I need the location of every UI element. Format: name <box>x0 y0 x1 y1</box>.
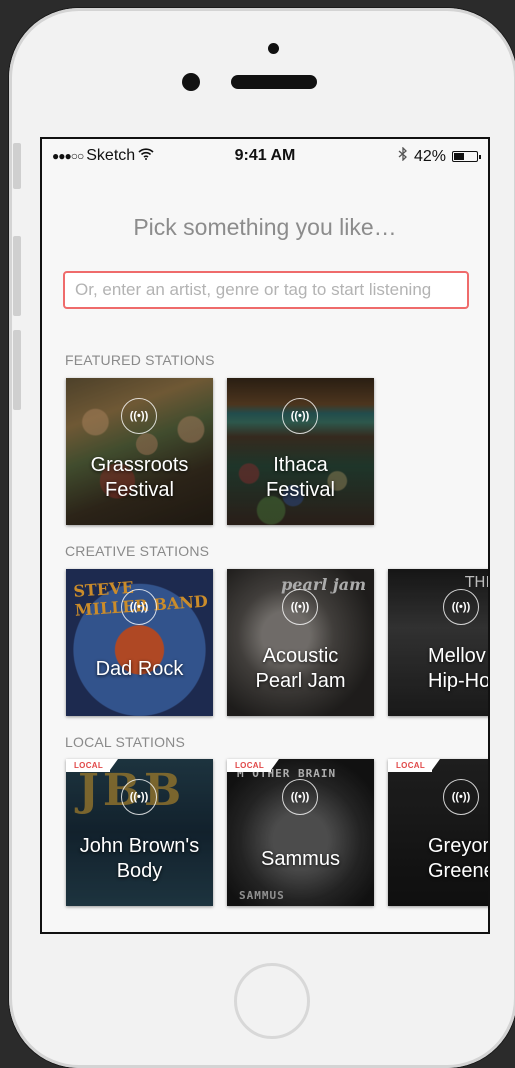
creative-section-title: CREATIVE STATIONS <box>65 543 210 559</box>
status-right: 42% <box>398 146 481 166</box>
tile-label-line2: Body <box>116 860 163 882</box>
radio-broadcast-icon: ((•)) <box>121 779 157 815</box>
local-badge: LOCAL <box>66 759 119 772</box>
tile-label: Ithaca Festival <box>227 453 374 503</box>
battery-icon <box>452 151 481 162</box>
station-tile-acoustic-pearl-jam[interactable]: pearl jam ((•)) Acoustic Pearl Jam <box>227 569 374 716</box>
status-bar: ●●●○○ Sketch 9:41 AM 42% <box>42 139 488 171</box>
camera-lens <box>182 73 200 91</box>
earpiece-speaker <box>231 75 317 89</box>
tile-label-line2: Hip-Ho <box>428 670 490 692</box>
tile-label-line1: Ithaca <box>273 454 328 476</box>
radio-broadcast-icon: ((•)) <box>282 779 318 815</box>
page-title: Pick something you like… <box>133 214 397 240</box>
station-tile-greyon-greene[interactable]: LOCAL ((•)) Greyor Greene <box>388 759 490 906</box>
radio-broadcast-icon: ((•)) <box>121 589 157 625</box>
volume-up-button <box>13 236 21 316</box>
station-tile-dad-rock[interactable]: STEVE MILLER BAND ((•)) Dad Rock <box>66 569 213 716</box>
local-badge: LOCAL <box>227 759 280 772</box>
home-button[interactable] <box>234 963 310 1039</box>
battery-fill <box>454 153 465 160</box>
local-badge: LOCAL <box>388 759 441 772</box>
tile-label-line2: Pearl Jam <box>255 670 346 692</box>
tile-label: Acoustic Pearl Jam <box>227 644 374 694</box>
tile-label-line1: Acoustic <box>262 645 339 667</box>
radio-broadcast-icon: ((•)) <box>121 398 157 434</box>
tile-label: Dad Rock <box>66 657 213 682</box>
tile-label-line1: Mellov <box>428 645 486 667</box>
bluetooth-icon <box>398 146 408 166</box>
app-screen: ●●●○○ Sketch 9:41 AM 42% Pick something … <box>40 137 490 934</box>
tile-label: Mellov Hip-Ho <box>428 644 490 694</box>
station-tile-ithaca[interactable]: ((•)) Ithaca Festival <box>227 378 374 525</box>
tile-label-line2: Greene <box>428 860 490 882</box>
front-camera-dot <box>268 43 279 54</box>
tile-label-line1: Sammus <box>261 848 340 870</box>
station-tile-john-browns-body[interactable]: JBB LOCAL ((•)) John Brown's Body <box>66 759 213 906</box>
tile-label: Greyor Greene <box>428 834 490 884</box>
volume-down-button <box>13 330 21 410</box>
tile-label-line2: Festival <box>266 479 335 501</box>
local-section-title: LOCAL STATIONS <box>65 734 186 750</box>
search-input[interactable] <box>63 271 469 309</box>
tile-label: John Brown's Body <box>66 834 213 884</box>
tile-label: Sammus <box>227 847 374 872</box>
radio-broadcast-icon: ((•)) <box>443 779 479 815</box>
radio-broadcast-icon: ((•)) <box>443 589 479 625</box>
radio-broadcast-icon: ((•)) <box>282 589 318 625</box>
radio-broadcast-icon: ((•)) <box>282 398 318 434</box>
tile-label-line1: John Brown's <box>79 835 200 857</box>
tile-label-line1: Grassroots <box>90 454 189 476</box>
tile-label-line1: Dad Rock <box>95 658 184 680</box>
mute-switch <box>13 143 21 189</box>
station-tile-grassroots[interactable]: ((•)) Grassroots Festival <box>66 378 213 525</box>
featured-section-title: FEATURED STATIONS <box>65 352 215 368</box>
station-tile-mellow-hip-hop[interactable]: THE ((•)) Mellov Hip-Ho <box>388 569 490 716</box>
tile-label-line1: Greyor <box>428 835 490 857</box>
battery-percent: 42% <box>413 147 446 165</box>
station-tile-sammus[interactable]: M'OTHER BRAIN SAMMUS LOCAL ((•)) Sammus <box>227 759 374 906</box>
tile-label: Grassroots Festival <box>66 453 213 503</box>
tile-label-line2: Festival <box>105 479 174 501</box>
